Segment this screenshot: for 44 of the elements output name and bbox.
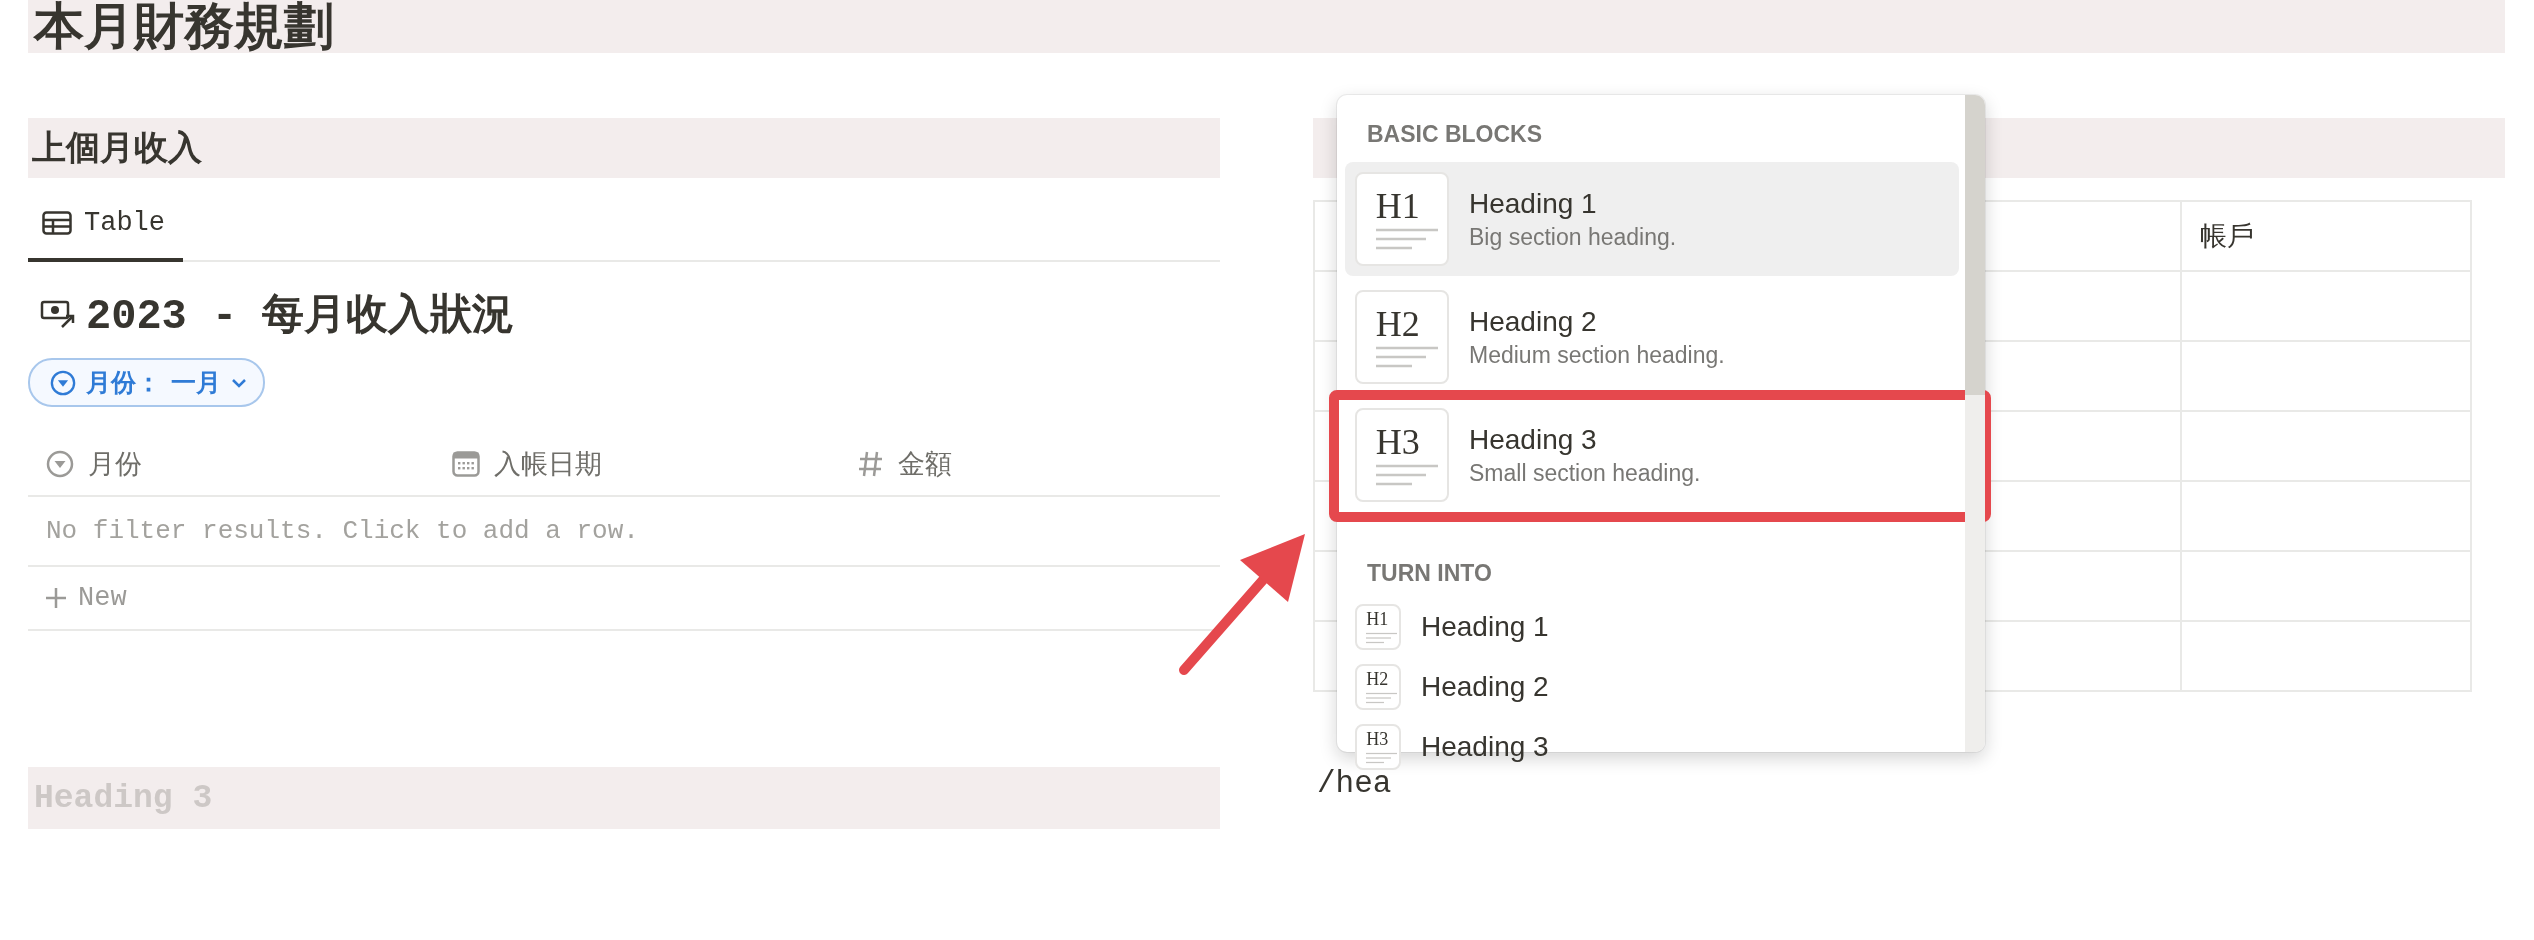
menu-section-title: TURN INTO [1366, 559, 1493, 588]
hash-icon [858, 450, 884, 478]
database-title: 2023 - 每月收入狀況 [86, 291, 515, 342]
menu-item-description: Small section heading. [1469, 459, 1701, 487]
heading-block-thumbnail: H1 [1355, 172, 1449, 266]
menu-item[interactable]: H1 Heading 1 [1345, 601, 1959, 653]
filter-chip[interactable]: 月份： 一月 [28, 358, 265, 407]
column-header-label: 月份 [88, 448, 142, 481]
menu-item-title: Heading 2 [1469, 305, 1598, 338]
chevron-down-icon [231, 377, 247, 388]
heading-block-thumbnail: H3 [1355, 408, 1449, 502]
heading-block-thumbnail: H2 [1355, 664, 1401, 710]
section-heading: 上個月收入 [32, 127, 202, 168]
menu-item-title: Heading 2 [1421, 671, 1549, 703]
column-header-label: 入帳日期 [494, 448, 602, 481]
column-header[interactable]: 入帳日期 [434, 433, 840, 495]
menu-item-title: Heading 3 [1469, 423, 1598, 456]
menu-item-title: Heading 1 [1421, 611, 1549, 643]
menu-item-description: Medium section heading. [1469, 341, 1725, 369]
column-header[interactable]: 月份 [28, 433, 434, 495]
tab-label: Table [84, 208, 165, 238]
money-icon [40, 298, 76, 330]
plus-icon [44, 586, 68, 610]
menu-item[interactable]: H2 Heading 2 Medium section heading. [1345, 280, 1959, 394]
table-icon [42, 211, 72, 235]
dropdown-circle-icon [46, 450, 74, 478]
dropdown-circle-icon [50, 369, 76, 396]
menu-item-description: Big section heading. [1469, 223, 1677, 251]
column-header[interactable]: 金額 [840, 433, 1220, 495]
calendar-icon [452, 451, 480, 477]
table-cell: 帳戶 [2182, 202, 2472, 272]
heading-block-thumbnail: H2 [1355, 290, 1449, 384]
menu-item[interactable]: H2 Heading 2 [1345, 661, 1959, 713]
page-title: 本月財務規劃 [34, 1, 334, 51]
view-tab[interactable]: Table [28, 188, 183, 262]
menu-item[interactable]: H3 Heading 3 Small section heading. [1345, 398, 1959, 512]
menu-item[interactable]: H1 Heading 1 Big section heading. [1345, 162, 1959, 276]
heading-block-thumbnail: H1 [1355, 604, 1401, 650]
scrollbar[interactable] [1965, 95, 1985, 752]
menu-section-title: BASIC BLOCKS [1366, 120, 1544, 149]
menu-item-title: Heading 3 [1421, 731, 1549, 763]
menu-item-title: Heading 1 [1469, 187, 1598, 220]
heading-block-thumbnail: H3 [1355, 724, 1401, 770]
column-header-label: 金額 [898, 448, 952, 481]
